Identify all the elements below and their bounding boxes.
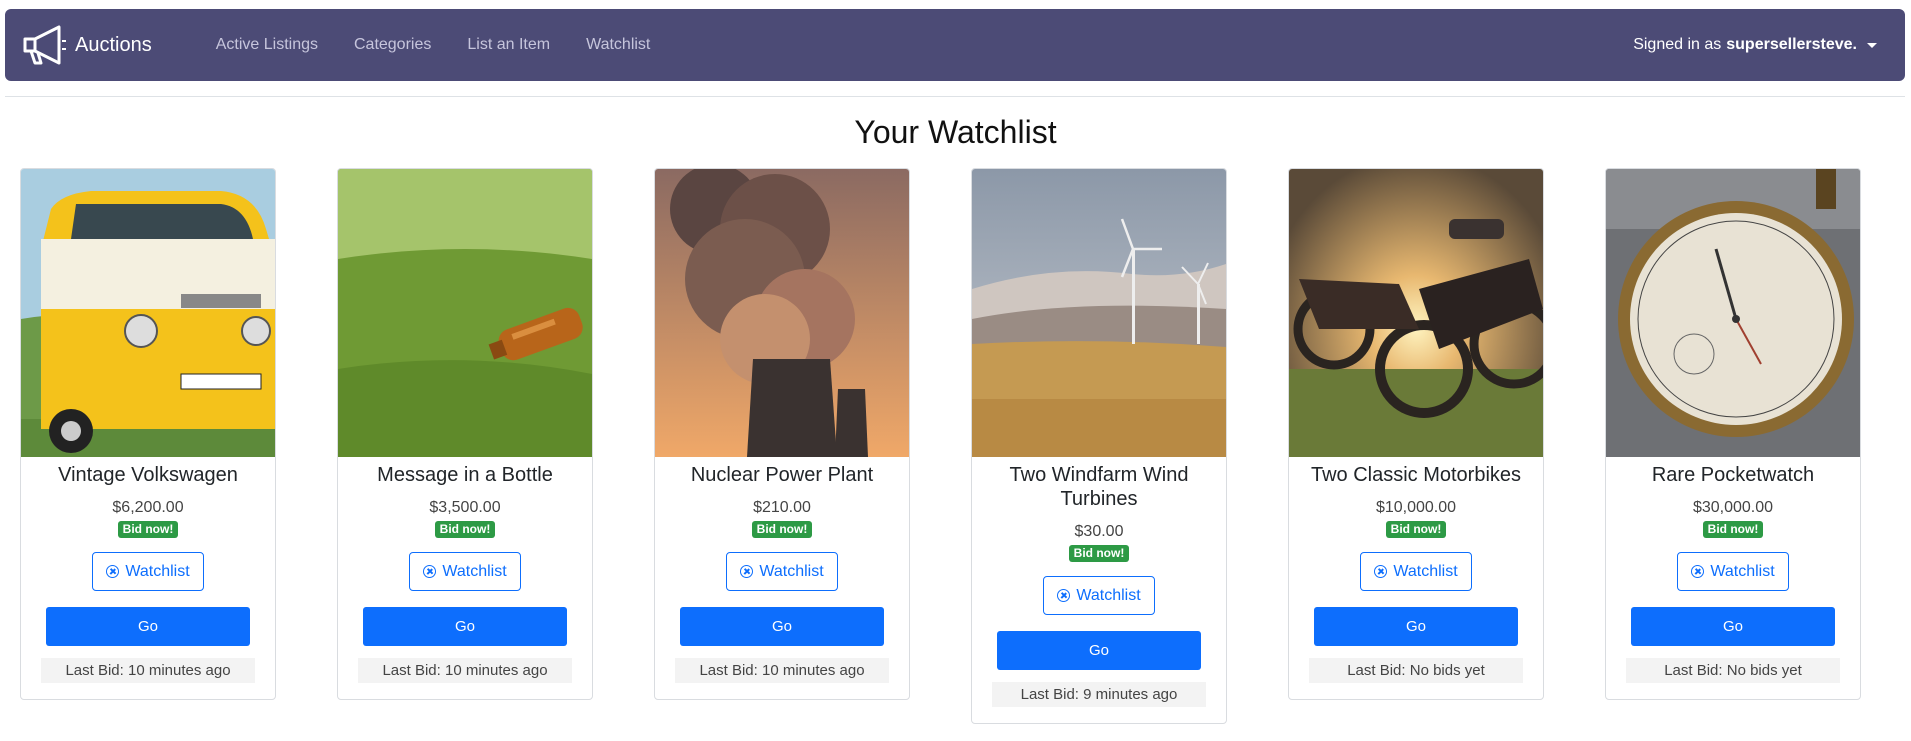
listing-price: $210.00: [753, 499, 811, 516]
listing-card: Message in a Bottle $3,500.00 Bid now! W…: [337, 168, 593, 700]
listing-title: Rare Pocketwatch: [1651, 464, 1815, 486]
close-circle-icon: [1057, 589, 1071, 602]
watchlist-button-label: Watchlist: [1076, 586, 1141, 604]
navbar: Auctions Active Listings Categories List…: [5, 9, 1905, 81]
go-button[interactable]: Go: [997, 631, 1201, 670]
bid-now-badge: Bid now!: [1068, 545, 1130, 562]
close-circle-icon: [1374, 565, 1388, 578]
nav-links: Active Listings Categories List an Item …: [216, 36, 687, 54]
watchlist-button-label: Watchlist: [1710, 562, 1775, 580]
listing-card: Rare Pocketwatch $30,000.00 Bid now! Wat…: [1605, 168, 1861, 700]
last-bid-status: Last Bid: No bids yet: [1626, 658, 1840, 683]
go-button[interactable]: Go: [363, 607, 567, 646]
last-bid-status: Last Bid: No bids yet: [1309, 658, 1523, 683]
close-circle-icon: [423, 565, 437, 578]
listing-card: Two Classic Motorbikes $10,000.00 Bid no…: [1288, 168, 1544, 700]
listing-price: $3,500.00: [429, 499, 501, 516]
last-bid-status: Last Bid: 10 minutes ago: [41, 658, 255, 683]
last-bid-status: Last Bid: 10 minutes ago: [675, 658, 889, 683]
listing-price: $10,000.00: [1375, 499, 1457, 516]
close-circle-icon: [740, 565, 754, 578]
user-prefix: Signed in as: [1633, 36, 1722, 53]
chevron-down-icon: [1867, 42, 1877, 48]
listing-card: Nuclear Power Plant $210.00 Bid now! Wat…: [654, 168, 910, 700]
divider: [5, 96, 1905, 97]
nav-link-active-listings[interactable]: Active Listings: [216, 36, 318, 54]
brand-name: Auctions: [75, 33, 152, 56]
listing-card: Vintage Volkswagen $6,200.00 Bid now! Wa…: [20, 168, 276, 700]
user-menu[interactable]: Signed in as supersellersteve.: [1633, 9, 1877, 81]
watchlist-button-label: Watchlist: [125, 562, 190, 580]
nav-link-watchlist[interactable]: Watchlist: [586, 36, 650, 54]
remove-watchlist-button[interactable]: Watchlist: [1360, 552, 1472, 591]
listing-image[interactable]: [972, 169, 1226, 457]
remove-watchlist-button[interactable]: Watchlist: [92, 552, 204, 591]
last-bid-status: Last Bid: 10 minutes ago: [358, 658, 572, 683]
username: supersellersteve.: [1726, 36, 1857, 53]
remove-watchlist-button[interactable]: Watchlist: [726, 552, 838, 591]
listing-image[interactable]: [1289, 169, 1543, 457]
bid-now-badge: Bid now!: [1702, 521, 1764, 538]
page-title: Your Watchlist: [854, 114, 1057, 150]
remove-watchlist-button[interactable]: Watchlist: [1043, 576, 1155, 615]
nav-link-categories[interactable]: Categories: [354, 36, 431, 54]
listing-image[interactable]: [1606, 169, 1860, 457]
megaphone-icon: [23, 25, 66, 65]
listing-title: Vintage Volkswagen: [58, 464, 238, 486]
listing-title: Two Windfarm Wind Turbines: [1009, 464, 1189, 510]
listing-price: $30,000.00: [1692, 499, 1774, 516]
bid-now-badge: Bid now!: [751, 521, 813, 538]
go-button[interactable]: Go: [46, 607, 250, 646]
bid-now-badge: Bid now!: [434, 521, 496, 538]
watchlist-button-label: Watchlist: [1393, 562, 1458, 580]
listing-price: $6,200.00: [112, 499, 184, 516]
listing-card: Two Windfarm Wind Turbines $30.00 Bid no…: [971, 168, 1227, 724]
remove-watchlist-button[interactable]: Watchlist: [409, 552, 521, 591]
listing-price: $30.00: [1074, 523, 1124, 540]
listing-title: Two Classic Motorbikes: [1310, 464, 1522, 486]
brand[interactable]: Auctions: [21, 23, 152, 67]
bid-now-badge: Bid now!: [1385, 521, 1447, 538]
close-circle-icon: [1691, 565, 1705, 578]
close-circle-icon: [106, 565, 120, 578]
remove-watchlist-button[interactable]: Watchlist: [1677, 552, 1789, 591]
listing-image[interactable]: [655, 169, 909, 457]
listing-image[interactable]: [338, 169, 592, 457]
watchlist-cards: Vintage Volkswagen $6,200.00 Bid now! Wa…: [20, 168, 1900, 738]
listing-title: Nuclear Power Plant: [690, 464, 874, 486]
go-button[interactable]: Go: [1314, 607, 1518, 646]
nav-link-list-item[interactable]: List an Item: [467, 36, 550, 54]
listing-image[interactable]: [21, 169, 275, 457]
bid-now-badge: Bid now!: [117, 521, 179, 538]
last-bid-status: Last Bid: 9 minutes ago: [992, 682, 1206, 707]
watchlist-button-label: Watchlist: [759, 562, 824, 580]
watchlist-button-label: Watchlist: [442, 562, 507, 580]
go-button[interactable]: Go: [1631, 607, 1835, 646]
go-button[interactable]: Go: [680, 607, 884, 646]
listing-title: Message in a Bottle: [377, 464, 553, 486]
